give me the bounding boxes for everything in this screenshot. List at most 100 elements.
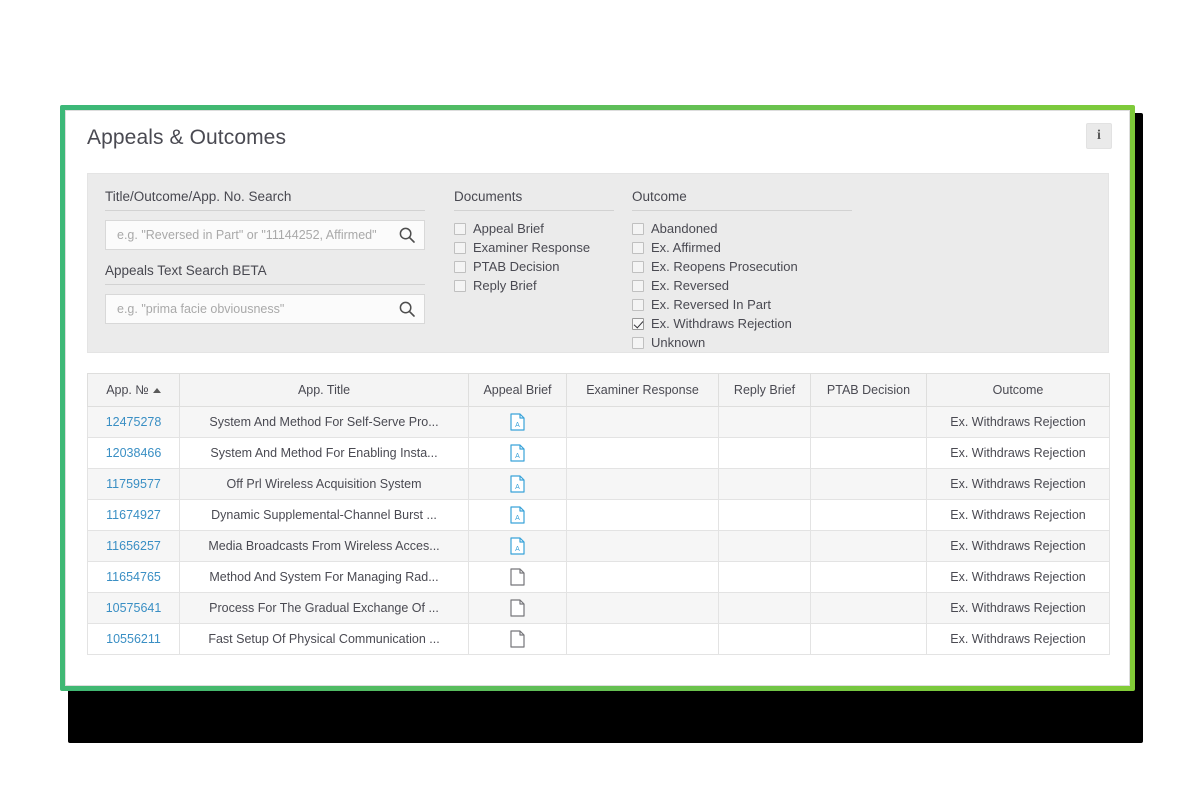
app-no-link[interactable]: 12038466 xyxy=(106,446,162,460)
outcome-checkbox-option-label: Ex. Reversed xyxy=(651,278,730,293)
cell-examiner-response xyxy=(566,592,719,624)
table-row[interactable]: 11656257 Media Broadcasts From Wireless A… xyxy=(87,530,1110,562)
documents-label: Documents xyxy=(454,188,614,211)
info-button[interactable]: i xyxy=(1086,123,1112,149)
outcome-checkbox-option-5[interactable]: Ex. Withdraws Rejection xyxy=(632,315,852,333)
text-search-label: Appeals Text Search BETA xyxy=(105,262,425,285)
outcome-checkbox-option-3[interactable]: Ex. Reversed xyxy=(632,277,852,295)
text-search-field-wrapper xyxy=(105,294,425,324)
appeals-results-table: App. № App. Title Appeal Brief Examiner … xyxy=(87,373,1110,655)
column-header-app-no-label: App. № xyxy=(106,383,149,397)
search-icon[interactable] xyxy=(398,300,416,318)
checkbox-unchecked-icon[interactable] xyxy=(454,280,466,292)
checkbox-checked-icon[interactable] xyxy=(632,318,644,330)
documents-checkbox-option-2[interactable]: PTAB Decision xyxy=(454,258,614,276)
table-row[interactable]: 12038466 System And Method For Enabling I… xyxy=(87,437,1110,469)
table-header-row: App. № App. Title Appeal Brief Examiner … xyxy=(87,373,1110,407)
info-icon: i xyxy=(1097,128,1101,143)
checkbox-unchecked-icon[interactable] xyxy=(632,280,644,292)
column-header-examiner-response[interactable]: Examiner Response xyxy=(566,373,719,407)
column-header-app-no[interactable]: App. № xyxy=(87,373,180,407)
checkbox-unchecked-icon[interactable] xyxy=(632,337,644,349)
column-header-outcome[interactable]: Outcome xyxy=(926,373,1110,407)
app-no-link[interactable]: 10556211 xyxy=(106,632,161,646)
table-body: 12475278 System And Method For Self-Serve… xyxy=(87,406,1110,655)
checkbox-unchecked-icon[interactable] xyxy=(454,242,466,254)
blank-doc-icon[interactable] xyxy=(510,630,525,648)
cell-outcome: Ex. Withdraws Rejection xyxy=(926,592,1110,624)
pdf-icon[interactable]: A xyxy=(510,537,525,555)
pdf-icon[interactable]: A xyxy=(510,475,525,493)
app-no-link[interactable]: 10575641 xyxy=(106,601,162,615)
table-row[interactable]: 10556211 Fast Setup Of Physical Communica… xyxy=(87,623,1110,655)
table-header: App. № App. Title Appeal Brief Examiner … xyxy=(87,373,1110,407)
outcome-checkbox-option-4[interactable]: Ex. Reversed In Part xyxy=(632,296,852,314)
app-no-link[interactable]: 11759577 xyxy=(106,477,161,491)
outcome-checkbox-option-2[interactable]: Ex. Reopens Prosecution xyxy=(632,258,852,276)
cell-outcome: Ex. Withdraws Rejection xyxy=(926,468,1110,500)
cell-reply-brief xyxy=(718,623,811,655)
checkbox-unchecked-icon[interactable] xyxy=(454,223,466,235)
outcome-checkbox-option-label: Ex. Affirmed xyxy=(651,240,721,255)
text-search-input[interactable] xyxy=(106,295,388,323)
outcome-checkbox-option-label: Unknown xyxy=(651,335,706,350)
outcome-checkbox-option-0[interactable]: Abandoned xyxy=(632,220,852,238)
cell-appeal-brief xyxy=(468,592,567,624)
outcome-checkbox-option-1[interactable]: Ex. Affirmed xyxy=(632,239,852,257)
documents-checkbox-option-label: Examiner Response xyxy=(473,240,591,255)
card-header: Appeals & Outcomes i xyxy=(66,111,1129,163)
checkbox-unchecked-icon[interactable] xyxy=(632,223,644,235)
checkbox-unchecked-icon[interactable] xyxy=(632,261,644,273)
documents-checkbox-option-0[interactable]: Appeal Brief xyxy=(454,220,614,238)
cell-app-no: 11674927 xyxy=(87,499,180,531)
pdf-icon[interactable]: A xyxy=(510,506,525,524)
app-no-link[interactable]: 12475278 xyxy=(106,415,162,429)
table-row[interactable]: 11759577 Off Prl Wireless Acquisition Sys… xyxy=(87,468,1110,500)
outcome-checkbox-option-6[interactable]: Unknown xyxy=(632,334,852,352)
checkbox-unchecked-icon[interactable] xyxy=(632,299,644,311)
cell-examiner-response xyxy=(566,561,719,593)
table-row[interactable]: 11674927 Dynamic Supplemental-Channel Bur… xyxy=(87,499,1110,531)
documents-checkbox-option-1[interactable]: Examiner Response xyxy=(454,239,614,257)
results-table-wrapper: App. № App. Title Appeal Brief Examiner … xyxy=(87,373,1110,655)
column-header-appeal-brief[interactable]: Appeal Brief xyxy=(468,373,567,407)
app-no-link[interactable]: 11656257 xyxy=(106,539,161,553)
svg-text:A: A xyxy=(515,484,520,491)
table-row[interactable]: 11654765 Method And System For Managing R… xyxy=(87,561,1110,593)
column-header-ptab-decision[interactable]: PTAB Decision xyxy=(810,373,927,407)
pdf-icon[interactable]: A xyxy=(510,444,525,462)
cell-app-no: 11759577 xyxy=(87,468,180,500)
svg-text:A: A xyxy=(515,453,520,460)
cell-appeal-brief xyxy=(468,623,567,655)
svg-text:A: A xyxy=(515,546,520,553)
cell-reply-brief xyxy=(718,437,811,469)
blank-doc-icon[interactable] xyxy=(510,568,525,586)
search-icon[interactable] xyxy=(398,226,416,244)
documents-checkbox-list: Appeal Brief Examiner Response PTAB Decisi… xyxy=(454,220,614,295)
blank-doc-icon[interactable] xyxy=(510,599,525,617)
column-header-app-title[interactable]: App. Title xyxy=(179,373,469,407)
outcome-checkbox-option-label: Ex. Reopens Prosecution xyxy=(651,259,798,274)
cell-appeal-brief: A xyxy=(468,499,567,531)
cell-appeal-brief: A xyxy=(468,406,567,438)
cell-appeal-brief: A xyxy=(468,468,567,500)
checkbox-unchecked-icon[interactable] xyxy=(454,261,466,273)
table-row[interactable]: 12475278 System And Method For Self-Serve… xyxy=(87,406,1110,438)
documents-checkbox-option-label: Appeal Brief xyxy=(473,221,544,236)
documents-checkbox-option-label: Reply Brief xyxy=(473,278,537,293)
cell-ptab-decision xyxy=(810,530,927,562)
app-no-link[interactable]: 11674927 xyxy=(106,508,161,522)
search-label: Title/Outcome/App. No. Search xyxy=(105,188,425,211)
documents-checkbox-option-3[interactable]: Reply Brief xyxy=(454,277,614,295)
pdf-icon[interactable]: A xyxy=(510,413,525,431)
app-no-link[interactable]: 11654765 xyxy=(106,570,161,584)
filter-panel: Title/Outcome/App. No. Search Appeals Te… xyxy=(87,173,1109,353)
cell-app-no: 10575641 xyxy=(87,592,180,624)
cell-examiner-response xyxy=(566,499,719,531)
column-header-reply-brief[interactable]: Reply Brief xyxy=(718,373,811,407)
outcome-filter-group: Outcome Abandoned Ex. Affirmed Ex. Reopens… xyxy=(632,188,852,353)
cell-examiner-response xyxy=(566,623,719,655)
search-input[interactable] xyxy=(106,221,388,249)
checkbox-unchecked-icon[interactable] xyxy=(632,242,644,254)
table-row[interactable]: 10575641 Process For The Gradual Exchange… xyxy=(87,592,1110,624)
